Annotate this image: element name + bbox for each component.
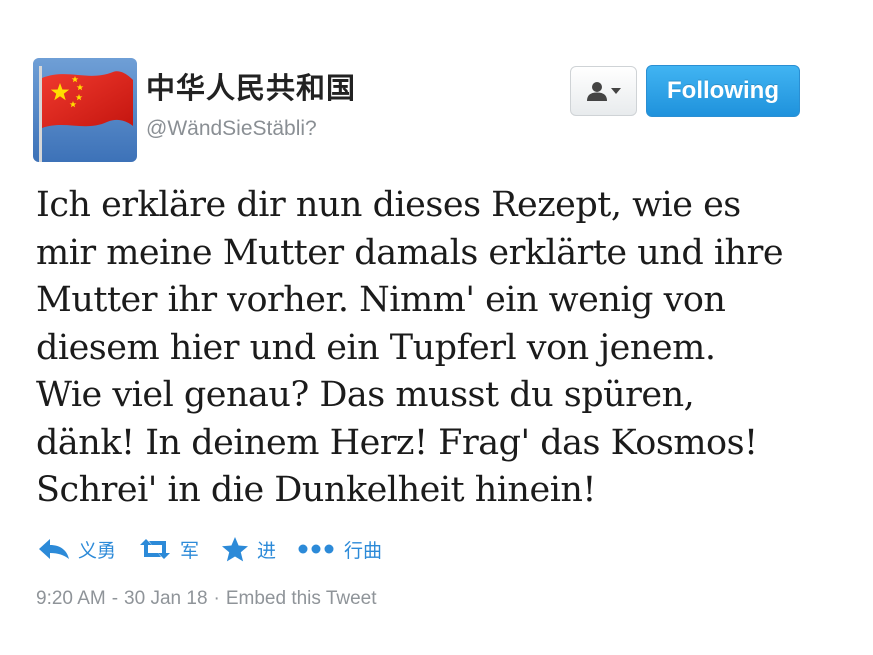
tweet-line: dänk! In deinem Herz! Frag' das Kosmos!: [36, 422, 758, 463]
retweet-label[interactable]: 军: [180, 536, 199, 563]
following-button[interactable]: Following: [646, 65, 800, 117]
meta-separator: -: [111, 588, 119, 609]
tweet-time[interactable]: 9:20 AM: [36, 588, 106, 610]
star-icon: [222, 537, 249, 562]
reply-button[interactable]: 义勇: [38, 536, 116, 563]
user-icon: [587, 82, 607, 101]
reply-icon: [39, 539, 69, 559]
caret-down-icon: [611, 88, 621, 94]
tweet-line: diesem hier und ein Tupferl von jenem.: [36, 327, 716, 368]
tweet-line: Wie viel genau? Das musst du spüren,: [36, 375, 695, 415]
more-button[interactable]: 行曲: [298, 536, 382, 563]
tweet-line: mir meine Mutter damals erklärte und ihr…: [36, 232, 784, 273]
tweet-actions: 义勇 军 进 行曲: [38, 532, 404, 566]
retweet-button[interactable]: 军: [138, 536, 199, 563]
tweet-text: Ich erkläre dir nun dieses Rezept, wie e…: [36, 182, 836, 515]
tweet-date[interactable]: 30 Jan 18: [124, 588, 207, 610]
china-flag-icon: [33, 58, 137, 162]
user-display-name[interactable]: 中华人民共和国: [146, 74, 356, 103]
avatar[interactable]: [33, 58, 137, 162]
tweet-meta: 9:20 AM - 30 Jan 18 · Embed this Tweet: [36, 588, 377, 610]
tweet-line: Schrei' in die Dunkelheit hinein!: [36, 470, 597, 510]
retweet-icon: [140, 539, 171, 559]
tweet-line: Ich erkläre dir nun dieses Rezept, wie e…: [36, 185, 741, 225]
meta-dot: ·: [213, 588, 220, 609]
embed-tweet-link[interactable]: Embed this Tweet: [226, 588, 377, 610]
favorite-label[interactable]: 进: [257, 536, 276, 563]
more-label[interactable]: 行曲: [344, 536, 382, 563]
more-dots-icon: [298, 544, 334, 554]
favorite-button[interactable]: 进: [221, 536, 276, 563]
user-actions-dropdown[interactable]: [570, 66, 637, 116]
tweet-line: Mutter ihr vorher. Nimm' ein wenig von: [36, 280, 726, 320]
reply-label[interactable]: 义勇: [78, 536, 116, 563]
user-handle[interactable]: @WändSieStäbli?: [146, 117, 317, 141]
